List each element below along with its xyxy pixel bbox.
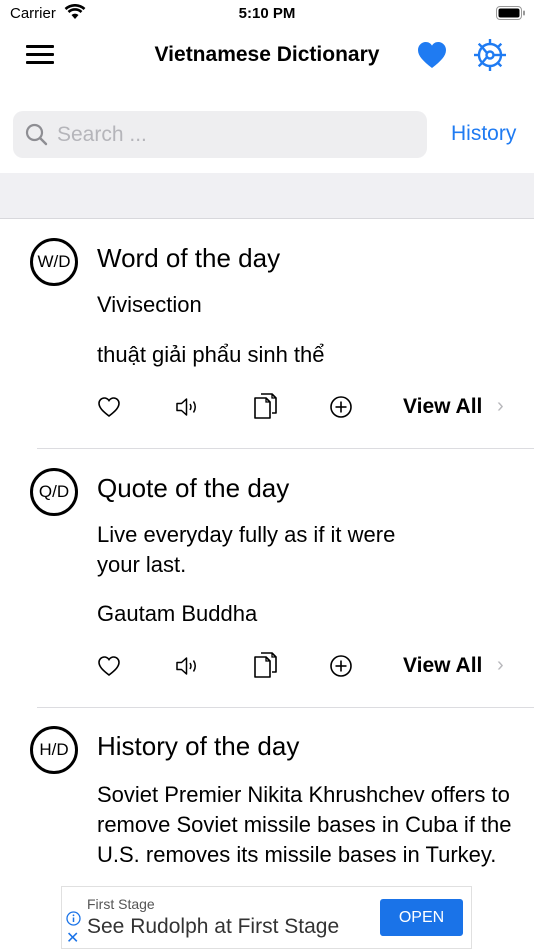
history-of-day-badge: H/D: [30, 726, 78, 774]
ad-banner[interactable]: ✕ First Stage See Rudolph at First Stage…: [61, 886, 472, 949]
copy-icon[interactable]: [253, 651, 279, 679]
quote-text: Live everyday fully as if it were your l…: [97, 522, 396, 577]
chevron-right-icon: ›: [497, 654, 504, 676]
header-band: [0, 173, 534, 219]
quote-author: Gautam Buddha: [97, 601, 258, 626]
hamburger-menu-icon[interactable]: [26, 42, 56, 66]
word-text: Vivisection: [97, 292, 202, 317]
word-of-day-badge: W/D: [30, 238, 78, 286]
add-circle-icon[interactable]: [329, 395, 353, 419]
page-title: Vietnamese Dictionary: [154, 43, 380, 66]
copy-icon[interactable]: [253, 392, 279, 420]
gear-icon[interactable]: [472, 37, 508, 73]
card-title: Word of the day: [97, 243, 281, 273]
heart-outline-icon[interactable]: [97, 395, 121, 419]
word-of-the-day-card: W/D Word of the day Vivisection thuật gi…: [0, 220, 534, 448]
info-icon[interactable]: [66, 911, 81, 926]
close-icon[interactable]: ✕: [66, 931, 79, 947]
chevron-right-icon: ›: [497, 395, 504, 417]
heart-icon[interactable]: [416, 39, 448, 71]
word-translation: thuật giải phẩu sinh thể: [97, 342, 325, 367]
speaker-icon[interactable]: [175, 654, 201, 678]
card-title: History of the day: [97, 731, 300, 761]
view-all-button[interactable]: View All: [403, 654, 482, 678]
ad-advertiser: First Stage: [87, 896, 155, 912]
history-button[interactable]: History: [451, 122, 516, 146]
quote-of-the-day-card: Q/D Quote of the day Live everyday fully…: [0, 449, 534, 707]
heart-outline-icon[interactable]: [97, 654, 121, 678]
quote-of-day-badge: Q/D: [30, 468, 78, 516]
status-bar: Carrier 5:10 PM: [0, 0, 534, 30]
add-circle-icon[interactable]: [329, 654, 353, 678]
search-icon: [25, 123, 48, 146]
search-bar: [13, 111, 427, 158]
view-all-button[interactable]: View All: [403, 395, 482, 419]
battery-icon: [496, 6, 525, 20]
ad-headline[interactable]: See Rudolph at First Stage: [87, 915, 339, 939]
speaker-icon[interactable]: [175, 395, 201, 419]
history-of-the-day-card: H/D History of the day Soviet Premier Ni…: [0, 708, 534, 876]
search-input[interactable]: [55, 119, 419, 151]
history-text: Soviet Premier Nikita Khrushchev offers …: [97, 782, 512, 867]
ad-open-button[interactable]: OPEN: [380, 899, 463, 936]
clock: 5:10 PM: [238, 5, 296, 22]
card-title: Quote of the day: [97, 473, 290, 503]
navigation-bar: Vietnamese Dictionary: [0, 30, 534, 80]
